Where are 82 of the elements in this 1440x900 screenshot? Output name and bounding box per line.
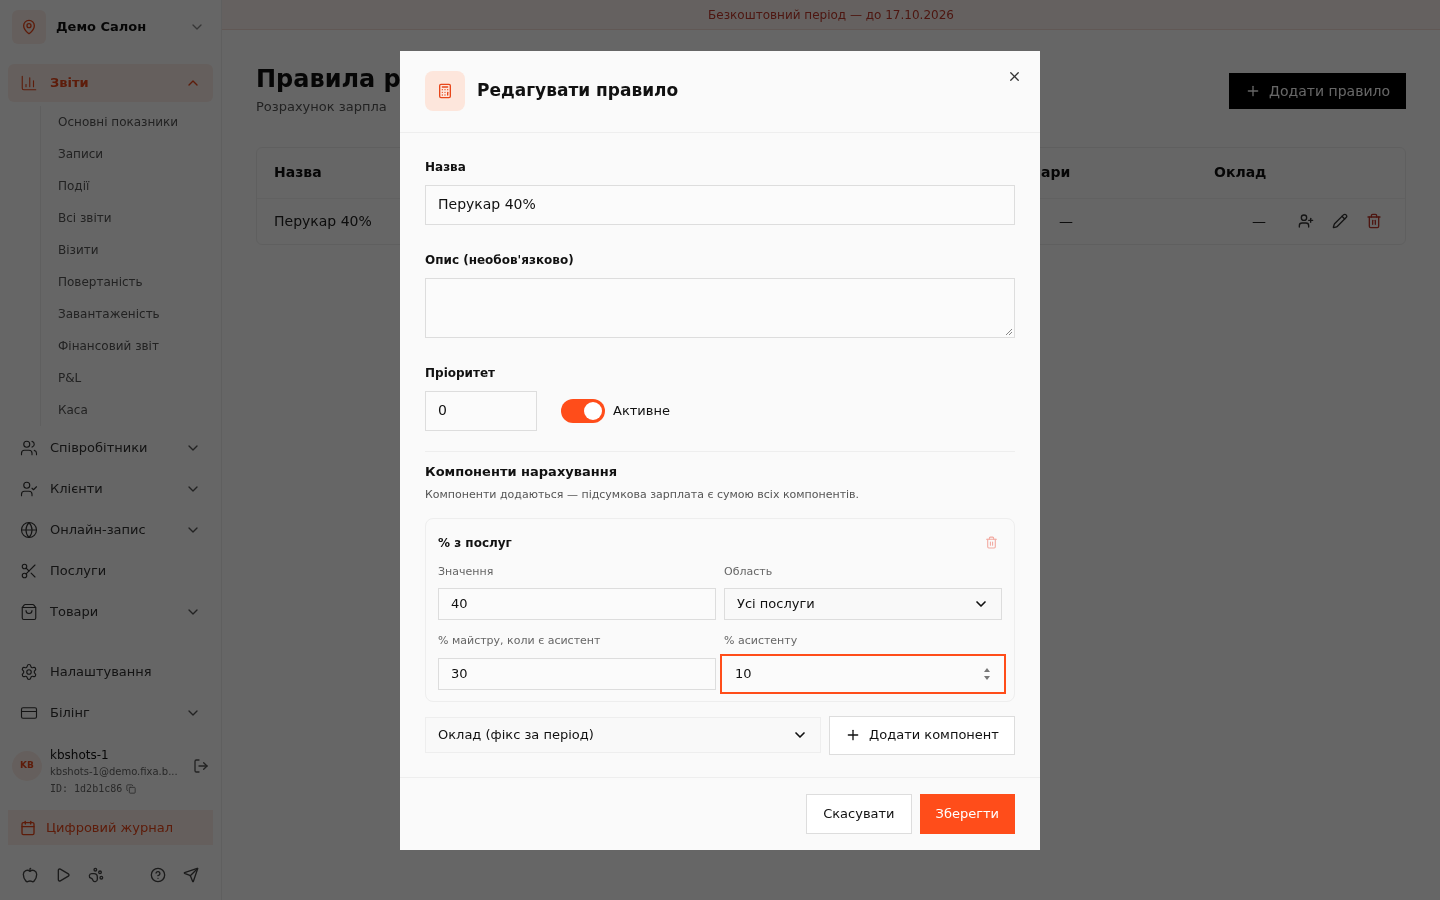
- select-field[interactable]: Усі послуги: [724, 588, 1002, 620]
- dialog-title: Редагувати правило: [477, 79, 679, 103]
- nav-icon: [20, 439, 38, 457]
- nav-item[interactable]: Онлайн-запис: [8, 511, 213, 549]
- page-title: Правила р: [256, 64, 401, 95]
- nav-item[interactable]: Білінг: [8, 694, 213, 732]
- nav-item[interactable]: Послуги: [8, 552, 213, 590]
- play-icon[interactable]: [55, 867, 71, 883]
- section-hint: Компоненти додаються — підсумкова зарплата є сумою всіх компонентів.: [425, 487, 861, 503]
- cancel-button[interactable]: Скасувати: [806, 793, 912, 834]
- component-title: % з послуг: [438, 534, 513, 552]
- column-header: Назва: [274, 164, 322, 180]
- field-label: Пріоритет: [425, 364, 497, 382]
- input-field[interactable]: 40: [438, 588, 716, 620]
- subnav-item[interactable]: Повертаність: [58, 266, 213, 298]
- subnav-item[interactable]: Завантаженість: [58, 298, 213, 330]
- input-field[interactable]: 30: [438, 657, 716, 690]
- input-field[interactable]: 10: [720, 653, 1006, 694]
- column-header: Оклад: [1214, 164, 1267, 180]
- apple-icon[interactable]: [22, 867, 38, 883]
- description-field[interactable]: [425, 277, 1015, 338]
- nav-item[interactable]: Клієнти: [8, 470, 213, 508]
- nav-item[interactable]: Товари: [8, 593, 213, 631]
- add-rule-button[interactable]: Додати правило: [1229, 73, 1406, 109]
- user-id: ID: 1d2b1c86: [50, 782, 123, 796]
- location-icon: [21, 19, 37, 35]
- table-cell: —: [1252, 212, 1266, 229]
- spinner-icon[interactable]: [983, 666, 991, 681]
- edit-icon[interactable]: [1332, 213, 1348, 229]
- journal-button[interactable]: Цифровий журнал: [8, 810, 213, 845]
- nav-icon: [20, 704, 38, 722]
- help-icon[interactable]: [150, 867, 166, 883]
- subnav-item[interactable]: Каса: [58, 394, 213, 426]
- add-user-icon[interactable]: [1298, 213, 1314, 229]
- nav-item[interactable]: Співробітники: [8, 429, 213, 467]
- field-label: Область: [724, 563, 774, 580]
- logout-icon[interactable]: [193, 758, 209, 774]
- table-cell: Перукар 40%: [274, 212, 372, 229]
- subnav-item[interactable]: Основні показники: [58, 106, 213, 138]
- nav-icon: [20, 562, 38, 580]
- subnav-item[interactable]: Записи: [58, 138, 213, 170]
- active-toggle[interactable]: [561, 398, 605, 423]
- nav-item[interactable]: Налаштування: [8, 653, 213, 691]
- nav-icon: [20, 603, 38, 621]
- column-header: ари: [1041, 164, 1071, 180]
- nav-icon: [20, 663, 38, 681]
- save-button[interactable]: Зберегти: [919, 793, 1015, 834]
- name-field[interactable]: Перукар 40%: [425, 184, 1015, 225]
- delete-icon[interactable]: [985, 536, 998, 549]
- section-title: Компоненти нарахування: [425, 462, 619, 481]
- salon-selector[interactable]: Демо Салон: [12, 10, 213, 44]
- nav-icon: [20, 74, 38, 92]
- resize-handle-icon[interactable]: [1005, 327, 1013, 336]
- copy-icon[interactable]: [126, 783, 137, 794]
- delete-icon[interactable]: [1366, 213, 1382, 229]
- trial-banner: Безкоштовний період — до 17.10.2026: [222, 0, 1440, 30]
- nav-icon: [20, 480, 38, 498]
- user-name: kbshots-1: [50, 747, 110, 764]
- priority-field[interactable]: 0: [425, 390, 537, 431]
- field-label: % майстру, коли є асистент: [438, 633, 602, 649]
- nav-item[interactable]: Звіти: [8, 64, 213, 102]
- field-label: Назва: [425, 158, 467, 176]
- paw-icon[interactable]: [88, 867, 104, 883]
- table-cell: —: [1059, 212, 1073, 229]
- subnav-item[interactable]: Візити: [58, 234, 213, 266]
- field-label: % асистенту: [724, 633, 799, 649]
- field-label: Опис (необов'язково): [425, 251, 575, 269]
- user-email: kbshots-1@demo.fixa.b...: [50, 765, 179, 779]
- field-label: Значення: [438, 563, 495, 580]
- page-subtitle: Розрахунок зарпла: [256, 98, 387, 116]
- calendar-icon: [20, 819, 36, 836]
- nav-icon: [20, 521, 38, 539]
- calculator-icon: [437, 83, 453, 99]
- avatar: KB: [12, 751, 42, 781]
- subnav-item[interactable]: Події: [58, 170, 213, 202]
- toggle-label: Активне: [613, 401, 670, 420]
- add-component-button[interactable]: Додати компонент: [829, 715, 1015, 755]
- send-icon[interactable]: [183, 867, 199, 883]
- subnav-item[interactable]: P&L: [58, 362, 213, 394]
- subnav-item[interactable]: Фінансовий звіт: [58, 330, 213, 362]
- subnav-item[interactable]: Всі звіти: [58, 202, 213, 234]
- component-type-select[interactable]: Оклад (фікс за період): [425, 717, 821, 753]
